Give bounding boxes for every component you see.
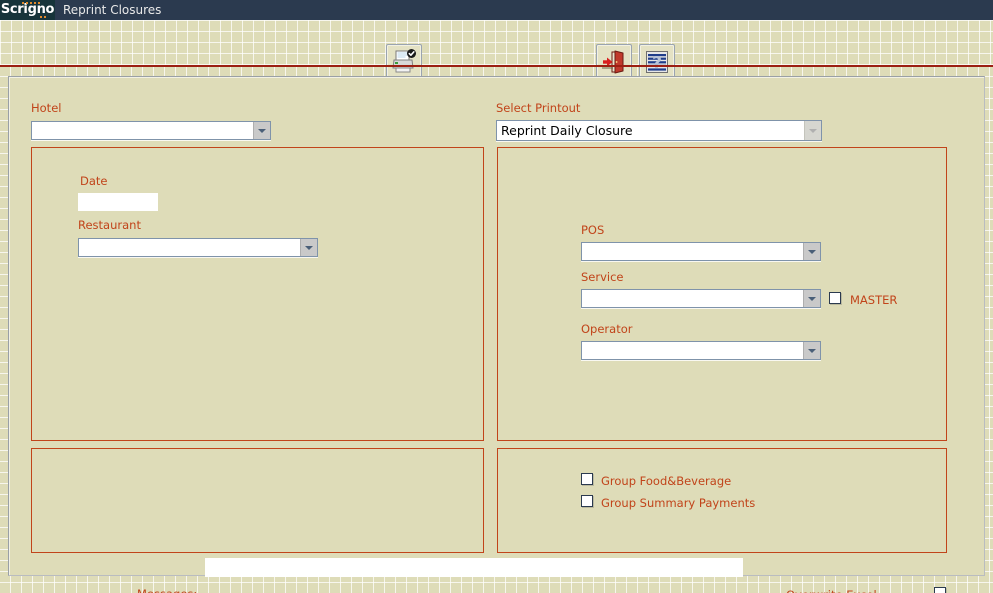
hotel-label: Hotel [31, 101, 62, 115]
pos-dropdown[interactable] [581, 242, 821, 261]
restaurant-dropdown[interactable] [78, 238, 318, 257]
chevron-down-icon[interactable] [253, 122, 270, 139]
overwrite-excel-checkbox[interactable] [934, 587, 946, 593]
exit-button[interactable] [596, 44, 632, 80]
printer-check-icon [392, 49, 416, 73]
overwrite-excel-label: Overwrite Excel [786, 588, 877, 593]
group-summary-payments-checkbox[interactable] [581, 495, 593, 507]
right-filters-panel: POS Service MASTER Operator [497, 147, 947, 441]
messages-input[interactable] [205, 558, 743, 577]
operator-value [582, 342, 803, 359]
chevron-down-icon[interactable] [803, 342, 820, 359]
left-filters-panel: Date Restaurant [31, 147, 484, 441]
chevron-down-icon[interactable] [804, 121, 821, 140]
hotel-value [32, 122, 253, 139]
group-summary-payments-label: Group Summary Payments [601, 496, 756, 510]
app-logo: Scrigno [0, 0, 55, 20]
operator-label: Operator [581, 322, 633, 336]
logo-text: Scrigno [0, 2, 55, 17]
restaurant-value [79, 239, 300, 256]
service-dropdown[interactable] [581, 289, 821, 308]
chevron-down-icon[interactable] [300, 239, 317, 256]
group-food-beverage-label: Group Food&Beverage [601, 474, 732, 488]
toolbar-separator [0, 65, 993, 67]
logo-dots-bottom [40, 16, 46, 18]
title-bar: Scrigno Reprint Closures [0, 0, 993, 20]
date-label: Date [80, 174, 108, 188]
print-options-panel: Group Food&Beverage Group Summary Paymen… [497, 448, 947, 553]
print-button[interactable] [386, 44, 422, 80]
master-label: MASTER [850, 293, 898, 307]
group-food-beverage-checkbox[interactable] [581, 473, 593, 485]
svg-text:?: ? [652, 54, 662, 74]
pos-label: POS [581, 223, 605, 237]
main-content-panel: Hotel Select Printout Reprint Daily Clos… [8, 76, 985, 593]
exit-door-icon [602, 50, 624, 74]
select-printout-value: Reprint Daily Closure [501, 123, 633, 138]
service-label: Service [581, 270, 624, 284]
master-checkbox[interactable] [829, 292, 841, 304]
window-title: Reprint Closures [63, 3, 162, 17]
select-printout-label: Select Printout [496, 101, 581, 115]
logo-dots-top [22, 2, 40, 4]
toolbar: ? [0, 20, 993, 80]
service-value [582, 290, 803, 307]
hotel-dropdown[interactable] [31, 121, 271, 140]
chevron-down-icon[interactable] [803, 290, 820, 307]
select-printout-dropdown[interactable]: Reprint Daily Closure [496, 120, 822, 141]
pos-value [582, 243, 803, 260]
bottom-left-panel [31, 448, 484, 553]
messages-label: Messages: [137, 587, 197, 593]
restaurant-label: Restaurant [78, 218, 141, 232]
chevron-down-icon[interactable] [803, 243, 820, 260]
date-input[interactable] [78, 193, 158, 211]
help-button[interactable]: ? [639, 44, 675, 80]
help-document-icon: ? [646, 51, 668, 74]
operator-dropdown[interactable] [581, 341, 821, 360]
